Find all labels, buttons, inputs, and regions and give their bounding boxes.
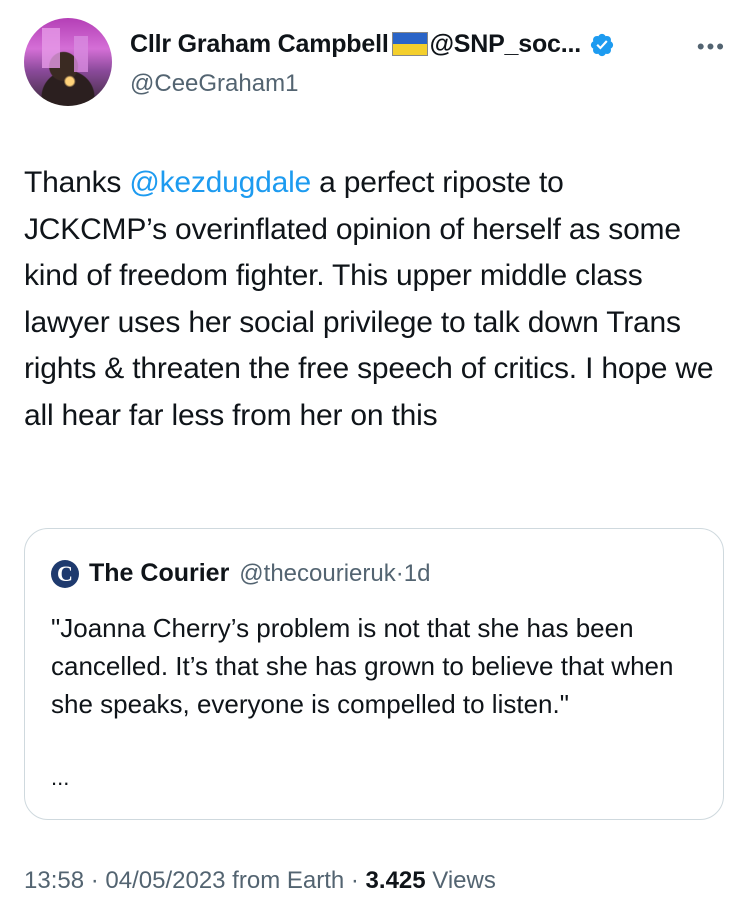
quoted-tweet-card[interactable]: C The Courier @thecourieruk · 1d "Joanna… <box>24 528 724 820</box>
ukraine-flag-icon <box>391 31 428 56</box>
tweet-text-prefix: Thanks <box>24 166 130 199</box>
more-options-icon[interactable]: ••• <box>697 34 726 60</box>
tweet-text: Thanks @kezdugdale a perfect riposte to … <box>24 160 714 439</box>
quoted-tweet-text: "Joanna Cherry’s problem is not that she… <box>51 613 674 719</box>
quoted-tweet-header: C The Courier @thecourieruk · 1d <box>51 559 430 588</box>
quoted-tweet-age: 1d <box>403 559 431 587</box>
views-label: Views <box>425 867 496 894</box>
avatar[interactable] <box>24 18 112 106</box>
author-username[interactable]: @CeeGraham1 <box>130 70 298 98</box>
tweet-source: from Earth <box>225 867 345 894</box>
quoted-author-handle: @thecourieruk <box>239 559 396 587</box>
tweet-time[interactable]: 13:58 <box>24 867 84 894</box>
author-name-row: Cllr Graham Campbell @SNP_soc... <box>130 30 615 59</box>
verified-badge-icon <box>590 33 614 56</box>
author-name-suffix[interactable]: @SNP_soc... <box>430 30 582 59</box>
quoted-author-name: The Courier <box>89 559 230 587</box>
avatar-photo-detail <box>42 28 60 68</box>
meta-separator: · <box>84 867 106 894</box>
tweet-date[interactable]: 04/05/2023 <box>105 867 225 894</box>
tweet-text-body: a perfect riposte to JCKCMP’s overinflat… <box>24 166 714 432</box>
tweet-metadata: 13:58 · 04/05/2023 from Earth · 3.425 Vi… <box>24 867 496 895</box>
quoted-separator: · <box>395 559 404 587</box>
meta-separator: · <box>344 867 366 894</box>
views-count[interactable]: 3.425 <box>366 867 426 894</box>
mention-link[interactable]: @kezdugdale <box>129 166 311 199</box>
courier-logo-icon: C <box>51 559 79 588</box>
author-display-name[interactable]: Cllr Graham Campbell <box>130 30 389 59</box>
quoted-tweet-ellipsis: ... <box>51 765 70 790</box>
